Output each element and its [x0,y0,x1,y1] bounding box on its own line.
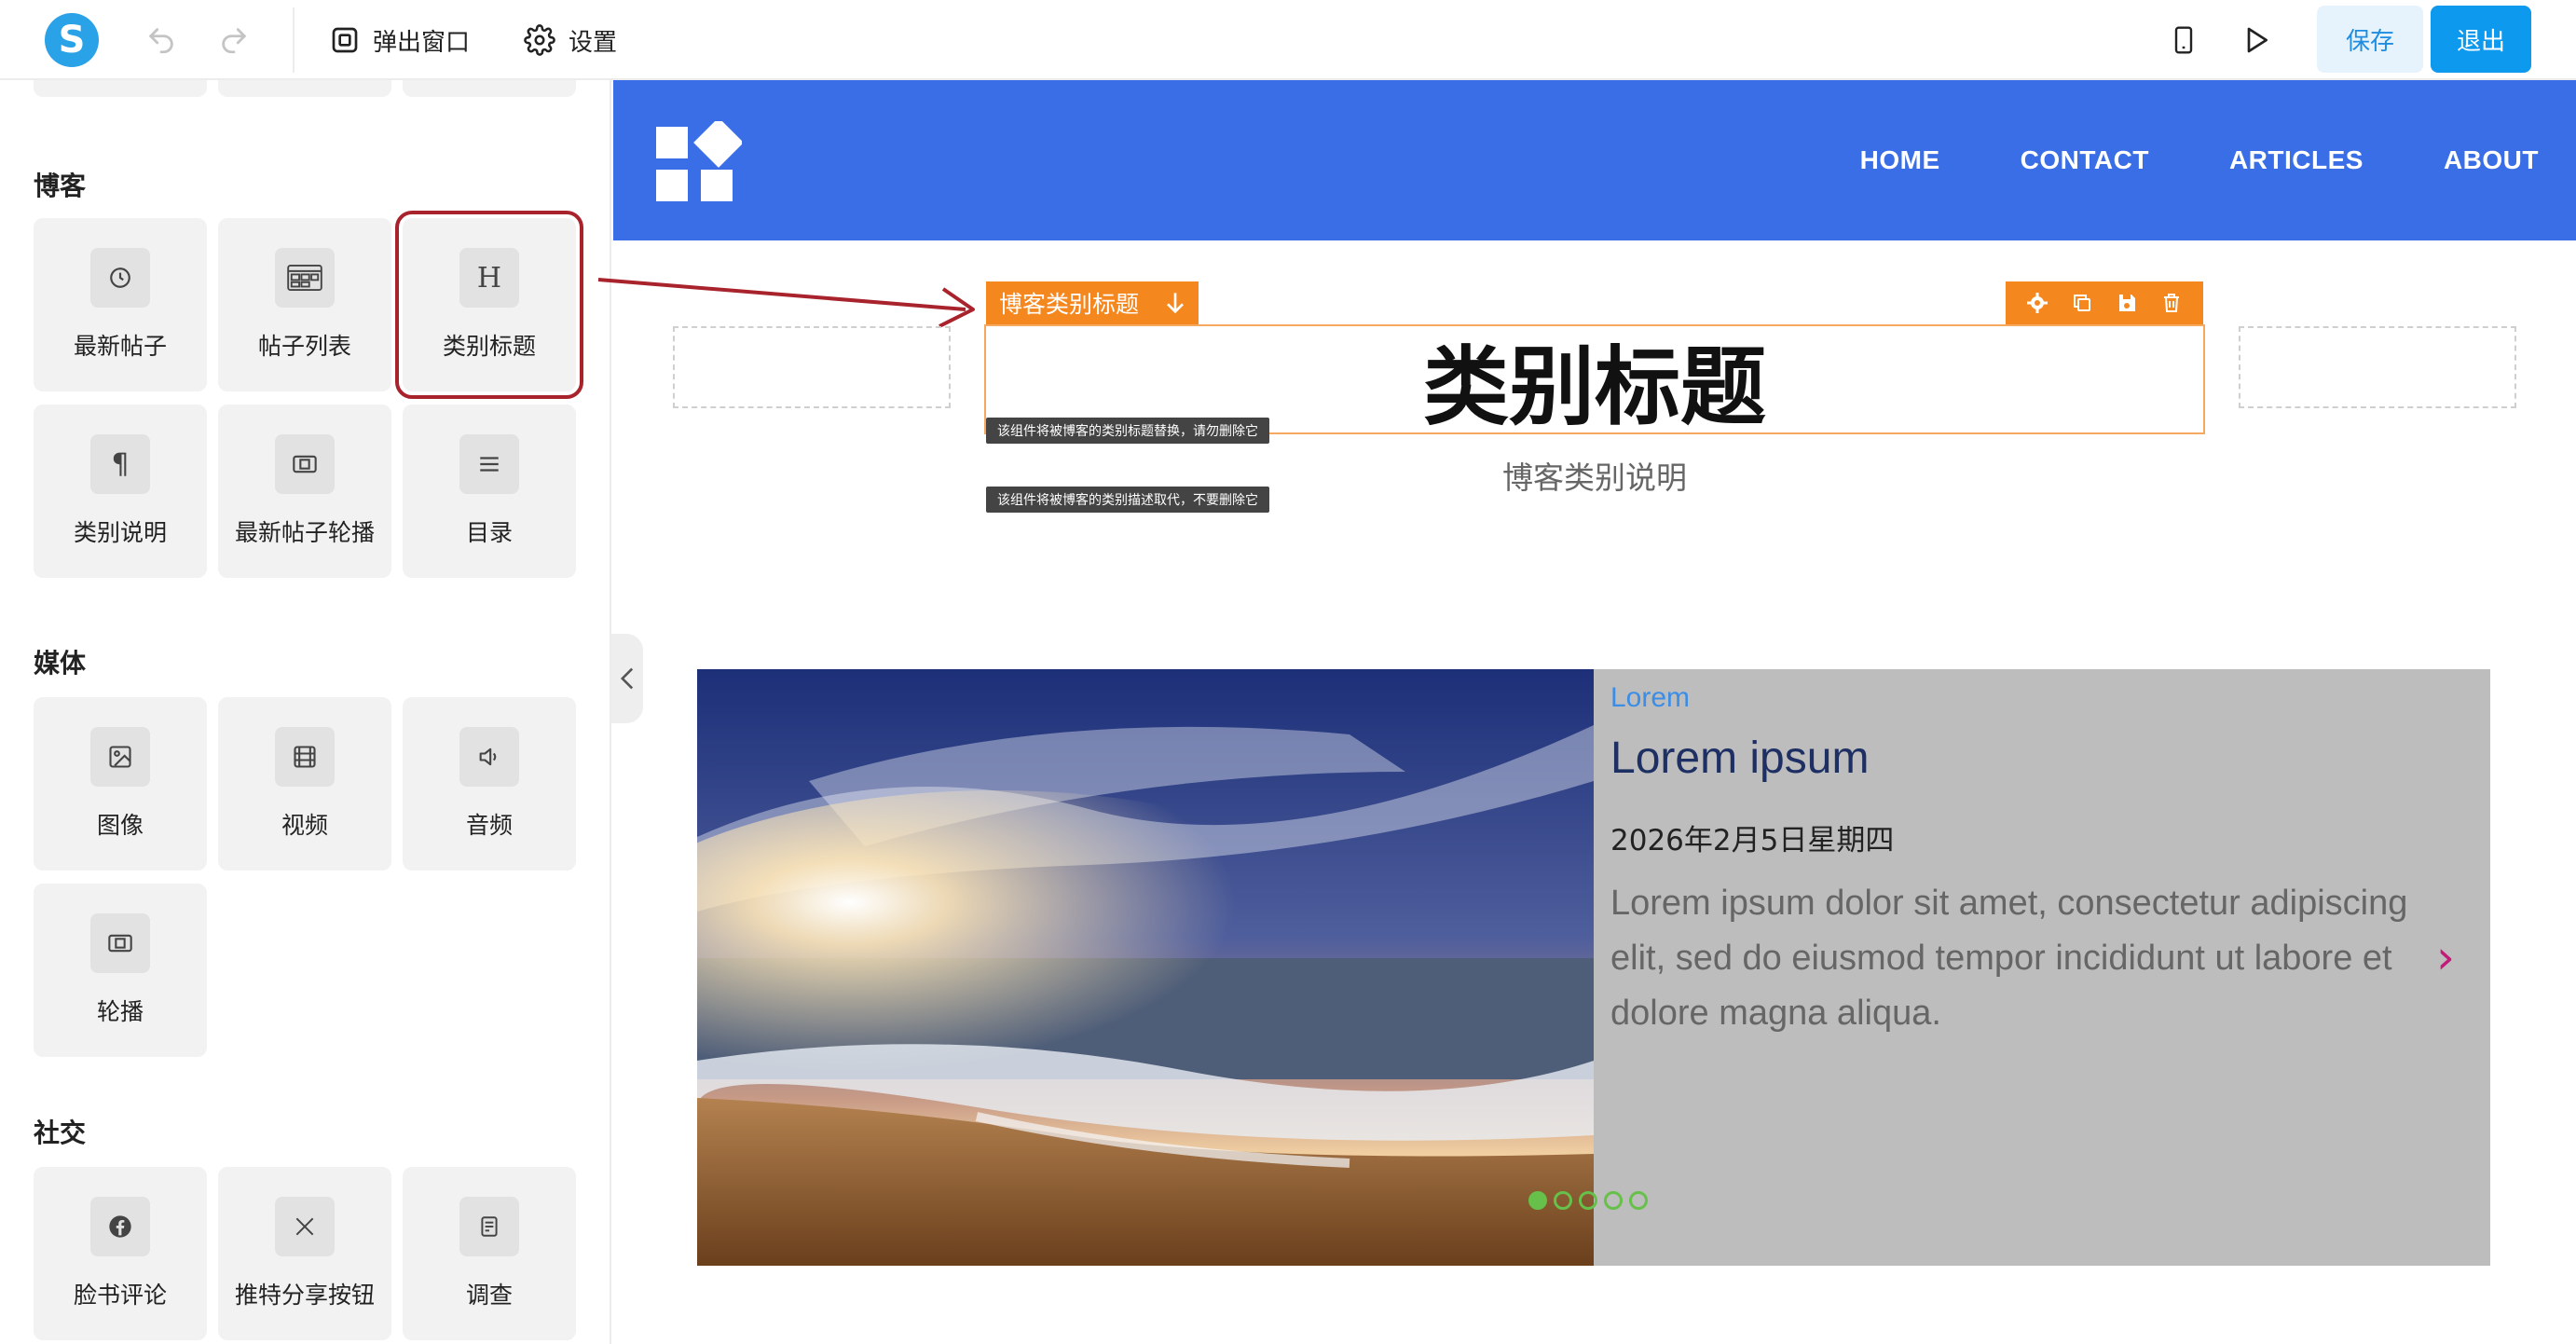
speaker-icon [459,727,519,787]
survey-icon [459,1197,519,1256]
film-icon [275,727,335,787]
exit-button[interactable]: 退出 [2431,6,2531,73]
mobile-preview-icon[interactable] [2164,21,2203,60]
tile-latest-posts[interactable]: 最新帖子 [34,218,207,391]
heading-notice: 该组件将被博客的类别标题替换，请勿删除它 [986,418,1269,444]
facebook-icon [90,1197,150,1256]
component-panel: 博客 最新帖子 帖子列表 H 类别标题 ¶ 类别说明 最新帖子轮播 目录 媒体 … [0,80,611,1344]
tile-label: 轮播 [96,998,144,1025]
tile-stub [403,80,576,97]
list-icon [459,434,519,494]
tile-label: 视频 [281,812,328,839]
tile-label: 类别标题 [442,333,536,360]
nav-link-home[interactable]: HOME [1860,145,1940,175]
popup-window-icon [332,27,358,53]
site-logo-icon[interactable] [656,121,742,203]
nav-link-contact[interactable]: CONTACT [2021,145,2149,175]
tile-label: 目录 [465,519,513,546]
chevron-right-icon[interactable]: › [2436,930,2455,984]
tile-table-of-contents[interactable]: 目录 [403,405,576,578]
post-excerpt: Lorem ipsum dolor sit amet, consectetur … [1610,884,2408,1033]
tile-carousel[interactable]: 轮播 [34,884,207,1057]
carousel-icon [275,434,335,494]
section-title-blog: 博客 [34,171,87,201]
selected-block-name: 博客类别标题 [999,291,1140,318]
post-title[interactable]: Lorem ipsum [1610,733,1869,784]
post-date: 2026年2月5日星期四 [1610,824,1895,857]
nav-link-articles[interactable]: ARTICLES [2229,145,2364,175]
play-preview-icon[interactable] [2237,21,2276,60]
post-list-icon [275,248,335,308]
paragraph-icon: ¶ [90,434,150,494]
popup-label: 弹出窗口 [373,28,471,57]
tile-audio[interactable]: 音频 [403,697,576,871]
chevron-left-icon [620,667,634,690]
undo-icon[interactable] [142,21,181,60]
tile-label: 最新帖子轮播 [234,519,375,546]
empty-column-left[interactable] [673,326,951,408]
carousel-icon [90,913,150,973]
image-icon [90,727,150,787]
section-title-social: 社交 [34,1118,87,1148]
editor-toolbar: S 弹出窗口 设置 保存 退出 [0,0,2576,80]
annotation-arrow [597,278,975,328]
tile-image[interactable]: 图像 [34,697,207,871]
carousel-dot[interactable] [1604,1191,1623,1210]
tile-survey[interactable]: 调查 [403,1167,576,1340]
carousel-dot[interactable] [1554,1191,1572,1210]
tile-label: 音频 [465,812,513,839]
tile-facebook-comments[interactable]: 脸书评论 [34,1167,207,1340]
save-button[interactable]: 保存 [2317,6,2423,73]
block-toolbar [2006,281,2203,324]
app-logo[interactable]: S [45,13,99,67]
tile-twitter-share[interactable]: 推特分享按钮 [218,1167,391,1340]
tile-label: 图像 [96,812,144,839]
toolbar-divider [293,7,295,73]
heading-icon: H [459,248,519,308]
post-category[interactable]: Lorem [1610,682,1690,714]
tile-stub [34,80,207,97]
settings-label: 设置 [569,28,618,57]
site-nav: HOME CONTACT ARTICLES ABOUT [1860,80,2576,240]
carousel-dots [1528,1191,1648,1210]
tile-category-description[interactable]: ¶ 类别说明 [34,405,207,578]
empty-column-right[interactable] [2239,326,2516,408]
x-logo-icon [275,1197,335,1256]
tile-category-title[interactable]: H 类别标题 [395,211,583,399]
carousel-dot[interactable] [1579,1191,1597,1210]
gear-icon [524,24,555,56]
tile-label: 推特分享按钮 [234,1282,375,1309]
tile-post-list[interactable]: 帖子列表 [218,218,391,391]
carousel-dot[interactable] [1528,1191,1547,1210]
tile-latest-posts-carousel[interactable]: 最新帖子轮播 [218,405,391,578]
redo-icon[interactable] [214,21,253,60]
description-notice: 该组件将被博客的类别描述取代，不要删除它 [986,487,1269,513]
post-carousel[interactable]: Lorem Lorem ipsum 2026年2月5日星期四 Lorem ips… [697,669,2490,1266]
tile-label: 帖子列表 [257,333,351,360]
collapse-panel-button[interactable] [611,634,643,723]
tile-label: 类别说明 [73,519,167,546]
duplicate-icon[interactable] [2071,292,2093,314]
section-title-media: 媒体 [34,648,87,679]
arrow-down-icon [1167,293,1184,314]
nav-link-about[interactable]: ABOUT [2444,145,2539,175]
tile-video[interactable]: 视频 [218,697,391,871]
settings-button[interactable]: 设置 [524,21,617,60]
trash-icon[interactable] [2160,292,2183,314]
carousel-dot[interactable] [1629,1191,1648,1210]
beach-sunset-image [697,669,1594,1266]
category-title-heading: 类别标题 [1422,336,1766,437]
clock-icon [90,248,150,308]
site-header: HOME CONTACT ARTICLES ABOUT [613,80,2576,240]
selected-block-label[interactable]: 博客类别标题 [986,281,1199,324]
save-icon[interactable] [2116,292,2138,314]
popup-button[interactable]: 弹出窗口 [330,21,470,60]
tile-stub [218,80,391,97]
tile-label: 调查 [465,1282,513,1309]
gear-icon[interactable] [2026,292,2048,314]
tile-label: 最新帖子 [73,333,167,360]
tile-label: 脸书评论 [73,1282,167,1309]
